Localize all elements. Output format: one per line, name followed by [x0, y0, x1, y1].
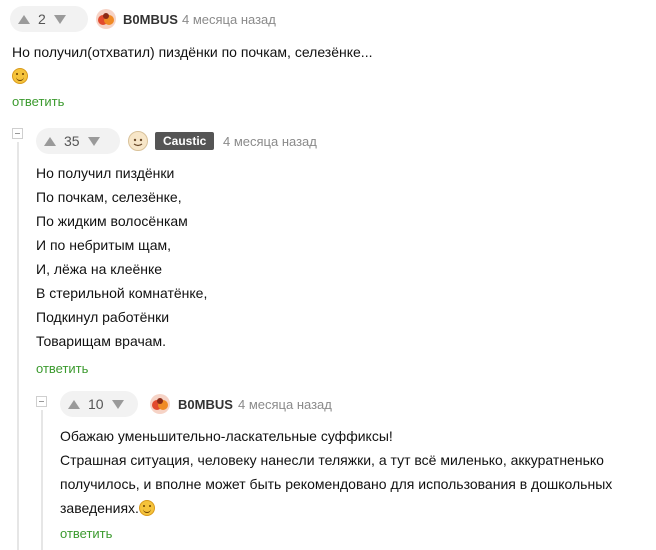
- downvote-icon[interactable]: [87, 136, 100, 146]
- collapse-toggle-icon[interactable]: [36, 396, 47, 407]
- comment-line: По жидким волосёнкам: [36, 213, 188, 229]
- author-name[interactable]: B0MBUS: [123, 12, 178, 27]
- comment-line: Подкинул работёнки: [36, 309, 170, 325]
- comment-line: И, лёжа на клеёнке: [36, 261, 163, 277]
- smile-emoji-icon: [12, 68, 28, 84]
- timestamp[interactable]: 4 месяца назад: [182, 12, 276, 27]
- vote-control: 2: [10, 6, 88, 32]
- avatar-bomb-icon: [96, 9, 116, 29]
- avatar[interactable]: [128, 131, 148, 156]
- timestamp[interactable]: 4 месяца назад: [223, 134, 317, 149]
- comment-body: Но получил(отхватил) пиздёнки по почкам,…: [12, 40, 642, 88]
- vote-control: 10: [60, 391, 138, 417]
- upvote-icon[interactable]: [44, 136, 56, 146]
- comment-line: Но получил пиздёнки: [36, 165, 175, 181]
- avatar[interactable]: [150, 394, 170, 419]
- vote-count: 10: [88, 396, 104, 412]
- smile-emoji-icon: [138, 500, 155, 516]
- reply-link[interactable]: ответить: [36, 361, 88, 376]
- comment-line: Обажаю уменьшительно-ласкательные суффик…: [60, 428, 393, 444]
- comment-line: Но получил(отхватил) пиздёнки по почкам,…: [12, 44, 373, 60]
- upvote-icon[interactable]: [68, 399, 80, 409]
- reply-link[interactable]: ответить: [60, 526, 112, 541]
- upvote-icon[interactable]: [18, 14, 30, 24]
- avatar-face-icon: [128, 131, 148, 151]
- comment-body: Но получил пиздёнки По почкам, селезёнке…: [36, 161, 636, 353]
- reply-link[interactable]: ответить: [12, 94, 64, 109]
- thread-line[interactable]: [41, 410, 43, 550]
- vote-count: 2: [38, 11, 46, 27]
- comment-line: заведениях.: [60, 500, 139, 516]
- comment-line: Товарищам врачам.: [36, 333, 167, 349]
- thread-line[interactable]: [17, 142, 19, 550]
- author-name[interactable]: B0MBUS: [178, 397, 233, 412]
- timestamp[interactable]: 4 месяца назад: [238, 397, 332, 412]
- downvote-icon[interactable]: [53, 14, 66, 24]
- comment-line: По почкам, селезёнке,: [36, 189, 182, 205]
- downvote-icon[interactable]: [111, 399, 124, 409]
- avatar-bomb-icon: [150, 394, 170, 414]
- comment-line: И по небритым щам,: [36, 237, 172, 253]
- vote-count: 35: [64, 133, 80, 149]
- comment-line: В стерильной комнатёнке,: [36, 285, 208, 301]
- author-badge[interactable]: Caustic: [155, 132, 215, 150]
- collapse-toggle-icon[interactable]: [12, 128, 23, 139]
- comment-body: Обажаю уменьшительно-ласкательные суффик…: [60, 424, 650, 520]
- vote-control: 35: [36, 128, 120, 154]
- comment-line: Страшная ситуация, человеку нанесли теля…: [60, 452, 604, 468]
- avatar[interactable]: [96, 9, 116, 34]
- comment-line: получилось, и вполне может быть рекоменд…: [60, 476, 613, 492]
